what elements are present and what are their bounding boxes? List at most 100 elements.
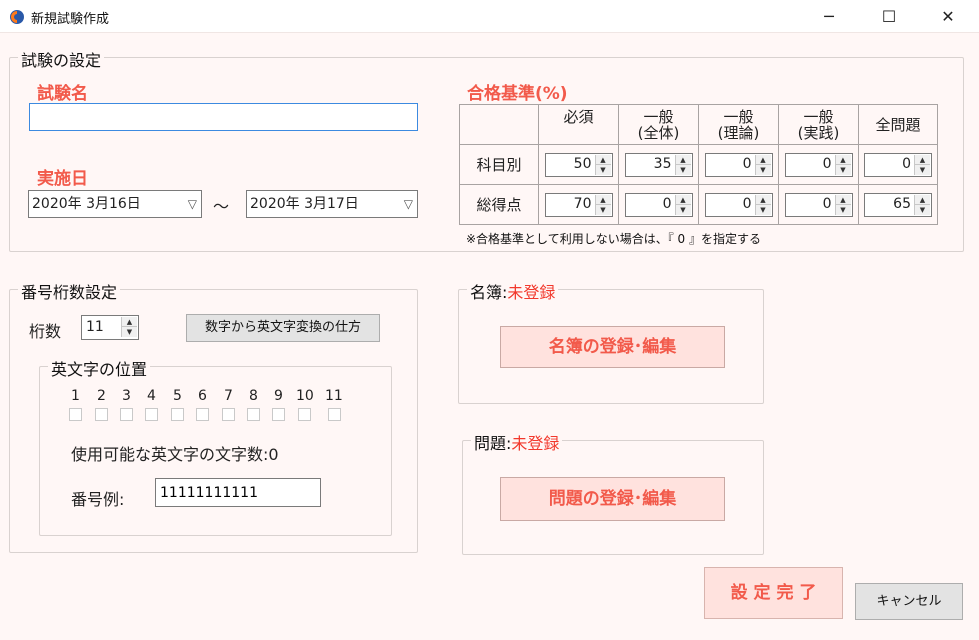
arrow-up-icon[interactable]: ▲ bbox=[595, 194, 611, 205]
row-header: 総得点 bbox=[459, 184, 539, 225]
exam-name-label: 試験名 bbox=[37, 84, 88, 104]
column-header: 一般 (理論) bbox=[698, 104, 779, 145]
end-date-picker[interactable]: 2020年 3月17日 ▽ bbox=[246, 190, 418, 218]
chevron-down-icon[interactable]: ▽ bbox=[188, 191, 197, 217]
pass-rate-stepper[interactable]: 70 ▲ ▼ bbox=[544, 192, 613, 217]
questions-status: 未登録 bbox=[511, 434, 560, 453]
position-number: 10 bbox=[296, 388, 314, 404]
pass-rate-stepper[interactable]: 0 ▲ ▼ bbox=[624, 192, 693, 217]
close-button[interactable]: ✕ bbox=[925, 0, 971, 33]
stepper-value: 35 bbox=[653, 155, 672, 172]
position-checkbox[interactable] bbox=[69, 408, 82, 421]
start-date-picker[interactable]: 2020年 3月16日 ▽ bbox=[28, 190, 202, 218]
questions-legend-prefix: 問題: bbox=[474, 434, 512, 453]
arrow-down-icon[interactable]: ▼ bbox=[835, 164, 851, 175]
position-number: 8 bbox=[249, 388, 258, 404]
arrow-down-icon[interactable]: ▼ bbox=[675, 164, 691, 175]
start-date-value: 2020年 3月16日 bbox=[32, 196, 141, 212]
position-number: 11 bbox=[325, 388, 343, 404]
arrow-up-icon[interactable]: ▲ bbox=[595, 154, 611, 165]
position-checkbox[interactable] bbox=[171, 408, 184, 421]
arrow-down-icon[interactable]: ▼ bbox=[755, 164, 771, 175]
example-input[interactable] bbox=[155, 478, 321, 507]
position-checkbox[interactable] bbox=[247, 408, 260, 421]
arrow-up-icon[interactable]: ▲ bbox=[122, 317, 137, 327]
stepper-value: 70 bbox=[573, 195, 592, 212]
position-number: 1 bbox=[71, 388, 80, 404]
arrow-up-icon[interactable]: ▲ bbox=[915, 154, 930, 165]
pass-rate-stepper[interactable]: 50 ▲ ▼ bbox=[544, 152, 613, 177]
title-bar: 新規試験作成 ─ ☐ ✕ bbox=[0, 0, 979, 33]
position-checkbox[interactable] bbox=[272, 408, 285, 421]
date-range-tilde: ～ bbox=[213, 197, 230, 216]
stepper-value: 0 bbox=[902, 155, 911, 172]
roster-status: 未登録 bbox=[507, 283, 556, 302]
chevron-down-icon[interactable]: ▽ bbox=[404, 191, 413, 217]
column-header: 一般 (全体) bbox=[618, 104, 699, 145]
convert-method-button[interactable]: 数字から英文字変換の仕方 bbox=[186, 314, 380, 342]
position-number: 2 bbox=[97, 388, 106, 404]
end-date-value: 2020年 3月17日 bbox=[250, 196, 359, 212]
stepper-value: 0 bbox=[822, 155, 832, 172]
position-number: 3 bbox=[122, 388, 131, 404]
alpha-position-legend: 英文字の位置 bbox=[48, 356, 151, 380]
questions-legend: 問題:未登録 bbox=[471, 430, 563, 454]
pass-rate-stepper[interactable]: 65 ▲ ▼ bbox=[864, 192, 932, 217]
arrow-up-icon[interactable]: ▲ bbox=[915, 194, 930, 205]
position-checkbox[interactable] bbox=[120, 408, 133, 421]
arrow-down-icon[interactable]: ▼ bbox=[915, 164, 930, 175]
arrow-down-icon[interactable]: ▼ bbox=[835, 204, 851, 215]
stepper-value: 0 bbox=[662, 195, 672, 212]
questions-edit-button[interactable]: 問題の登録･編集 bbox=[500, 477, 725, 521]
arrow-down-icon[interactable]: ▼ bbox=[915, 204, 930, 215]
column-header: 一般 (実践) bbox=[778, 104, 859, 145]
usable-count-label: 使用可能な英文字の文字数:0 bbox=[71, 445, 279, 464]
pass-rate-stepper[interactable]: 0 ▲ ▼ bbox=[864, 152, 932, 177]
cancel-button[interactable]: キャンセル bbox=[855, 583, 963, 620]
pass-criteria-note: ※合格基準として利用しない場合は、『 0 』を指定する bbox=[466, 232, 761, 246]
exam-name-input[interactable] bbox=[29, 103, 418, 131]
complete-settings-button[interactable]: 設 定 完 了 bbox=[704, 567, 843, 619]
arrow-up-icon[interactable]: ▲ bbox=[835, 194, 851, 205]
position-checkbox[interactable] bbox=[145, 408, 158, 421]
position-checkbox[interactable] bbox=[95, 408, 108, 421]
roster-edit-button[interactable]: 名簿の登録･編集 bbox=[500, 326, 725, 368]
pass-rate-stepper[interactable]: 0 ▲ ▼ bbox=[784, 192, 853, 217]
roster-legend: 名簿:未登録 bbox=[467, 279, 559, 303]
roster-legend-prefix: 名簿: bbox=[470, 283, 508, 302]
table-row: 科目別 50 ▲ ▼ 35 ▲ ▼ 0 ▲ ▼ 0 ▲ ▼ 0 ▲ ▼ bbox=[459, 144, 938, 185]
arrow-down-icon[interactable]: ▼ bbox=[595, 204, 611, 215]
pass-rate-stepper[interactable]: 0 ▲ ▼ bbox=[704, 192, 773, 217]
column-header: 全問題 bbox=[858, 104, 938, 145]
minimize-button[interactable]: ─ bbox=[806, 0, 852, 33]
row-header: 科目別 bbox=[459, 144, 539, 185]
position-checkbox[interactable] bbox=[196, 408, 209, 421]
arrow-down-icon[interactable]: ▼ bbox=[122, 327, 137, 337]
position-checkbox[interactable] bbox=[298, 408, 311, 421]
pass-rate-stepper[interactable]: 35 ▲ ▼ bbox=[624, 152, 693, 177]
window-title: 新規試験作成 bbox=[31, 12, 110, 27]
arrow-down-icon[interactable]: ▼ bbox=[675, 204, 691, 215]
pass-rate-stepper[interactable]: 0 ▲ ▼ bbox=[784, 152, 853, 177]
stepper-value: 11 bbox=[86, 319, 104, 335]
arrow-up-icon[interactable]: ▲ bbox=[675, 194, 691, 205]
maximize-button[interactable]: ☐ bbox=[866, 0, 912, 33]
arrow-up-icon[interactable]: ▲ bbox=[675, 154, 691, 165]
example-label: 番号例: bbox=[71, 490, 125, 509]
arrow-up-icon[interactable]: ▲ bbox=[835, 154, 851, 165]
position-checkbox[interactable] bbox=[328, 408, 341, 421]
arrow-down-icon[interactable]: ▼ bbox=[595, 164, 611, 175]
table-corner bbox=[459, 104, 539, 145]
position-checkbox[interactable] bbox=[222, 408, 235, 421]
exam-settings-legend: 試験の設定 bbox=[18, 47, 105, 71]
date-label: 実施日 bbox=[37, 169, 88, 189]
arrow-up-icon[interactable]: ▲ bbox=[755, 194, 771, 205]
app-logo-icon bbox=[10, 10, 24, 24]
digits-stepper[interactable]: 11 ▲ ▼ bbox=[81, 315, 139, 340]
stepper-value: 65 bbox=[893, 195, 911, 212]
pass-rate-stepper[interactable]: 0 ▲ ▼ bbox=[704, 152, 773, 177]
arrow-down-icon[interactable]: ▼ bbox=[755, 204, 771, 215]
arrow-up-icon[interactable]: ▲ bbox=[755, 154, 771, 165]
pass-criteria-title: 合格基準(%) bbox=[467, 84, 568, 104]
position-number: 5 bbox=[173, 388, 182, 404]
